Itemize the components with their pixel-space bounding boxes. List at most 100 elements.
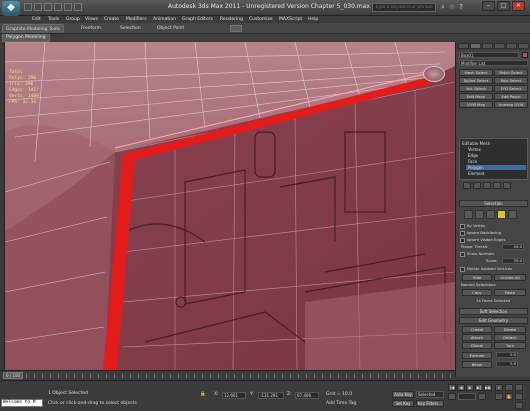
search-input[interactable] (372, 3, 436, 12)
orbit-icon[interactable] (515, 393, 523, 400)
stack-edge[interactable]: Edge (468, 153, 478, 158)
uvw-map-button[interactable]: UVW Map (459, 101, 493, 108)
polygon-modeling-button[interactable]: Polygon Modeling (2, 34, 50, 42)
paste-button[interactable]: Paste (494, 289, 526, 296)
zoom-icon[interactable]: ⌕ (495, 384, 503, 391)
soft-selection-rollout-header[interactable]: Soft Selection (459, 308, 528, 315)
menu-maxscript[interactable]: MAXScript (279, 16, 302, 23)
project-folder-icon[interactable] (74, 3, 82, 11)
y-coordinate-field[interactable]: -131.291 (258, 392, 284, 399)
bevel-spinner[interactable]: 0.0 (496, 361, 518, 367)
patch-select-button[interactable]: Patch Select (494, 69, 528, 76)
redo-icon[interactable] (64, 3, 72, 11)
menu-help[interactable]: Help (308, 16, 318, 23)
save-file-icon[interactable] (44, 3, 52, 11)
modify-tab-icon[interactable] (470, 43, 481, 49)
create-tab-icon[interactable] (458, 43, 469, 49)
remove-modifier-icon[interactable] (493, 182, 501, 189)
maximize-button[interactable]: □ (497, 1, 510, 11)
tab-freeform[interactable]: Freeform (78, 24, 104, 33)
key-filters-button[interactable]: Key Filters... (416, 400, 444, 407)
help-icon[interactable]: ? (457, 3, 465, 12)
perspective-viewport[interactable]: Total Polys: 296 Tris: 296 Edges: 1417 V… (5, 42, 455, 370)
modifier-stack[interactable]: Editable Mesh Vertex Edge Face Polygon E… (459, 138, 528, 180)
viewcube-icon[interactable] (423, 66, 445, 82)
mesh-select-button[interactable]: Mesh Select (459, 69, 493, 76)
planar-thresh-spinner[interactable]: 45.0 (502, 244, 524, 250)
key-mode-icon[interactable] (448, 393, 456, 400)
selection-rollout-header[interactable]: Selection (459, 200, 528, 207)
delete-button[interactable]: Delete (494, 326, 526, 333)
detach-button[interactable]: Detach (494, 334, 526, 341)
menu-group[interactable]: Group (66, 16, 80, 23)
time-configuration-icon[interactable] (478, 393, 486, 400)
menu-modifiers[interactable]: Modifiers (126, 16, 147, 23)
minimize-button[interactable]: – (482, 1, 495, 11)
create-button[interactable]: Create (462, 326, 492, 333)
field-of-view-icon[interactable] (495, 393, 503, 400)
extrude-button[interactable]: Extrude (462, 352, 492, 359)
bevel-button[interactable]: Bevel (462, 361, 492, 368)
track-bar[interactable] (26, 374, 451, 378)
attach-button[interactable]: Attach (462, 334, 492, 341)
menu-graph-editors[interactable]: Graph Editors (182, 16, 213, 23)
unhide-all-button[interactable]: Unhide All (494, 274, 526, 281)
play-icon[interactable]: ▶ (466, 384, 474, 391)
polygon-mode-icon[interactable] (497, 210, 506, 219)
poly-select-button[interactable]: Poly Select (494, 77, 528, 84)
go-to-start-icon[interactable]: |◀ (448, 384, 456, 391)
object-name-field[interactable]: Box01 (459, 52, 519, 58)
add-time-tag[interactable]: Add Time Tag (326, 401, 356, 407)
unwrap-uvw-button[interactable]: Unwrap UVW (494, 101, 528, 108)
maxscript-listener-input[interactable]: Welcome to M (1, 399, 43, 407)
stack-element[interactable]: Element (468, 171, 485, 176)
undo-icon[interactable] (54, 3, 62, 11)
set-key-button[interactable]: Set Key (392, 400, 414, 407)
previous-frame-icon[interactable]: ◀ (457, 384, 465, 391)
selected-dropdown[interactable]: Selected (416, 391, 444, 398)
face-mode-icon[interactable] (486, 210, 495, 219)
menu-customize[interactable]: Customize (249, 16, 273, 23)
hide-button[interactable]: Hide (462, 274, 492, 281)
z-coordinate-field[interactable]: 67.406 (295, 392, 319, 399)
tab-graphite-modeling-tools[interactable]: Graphite Modeling Tools (2, 24, 65, 33)
configure-modifier-sets-icon[interactable] (503, 182, 511, 189)
show-end-result-icon[interactable] (473, 182, 481, 189)
vertex-mode-icon[interactable] (464, 210, 473, 219)
edit-geometry-rollout-header[interactable]: Edit Geometry (459, 317, 528, 324)
tab-object-paint[interactable]: Object Paint (154, 24, 187, 33)
pan-view-icon[interactable]: ✋ (505, 393, 513, 400)
pin-stack-icon[interactable] (463, 182, 471, 189)
scale-spinner[interactable]: 20.0 (502, 258, 524, 264)
subscription-icon[interactable]: ☆ (448, 3, 456, 12)
lock-selection-icon[interactable]: 🔒 (200, 392, 206, 398)
close-button[interactable]: ✕ (512, 1, 525, 11)
object-color-swatch[interactable] (522, 52, 528, 58)
extrude-spinner[interactable]: 0.0 (496, 352, 518, 358)
spline-select-button[interactable]: Spline Select (459, 77, 493, 84)
zoom-all-icon[interactable] (505, 384, 513, 391)
go-to-end-icon[interactable]: ▶▶ (484, 384, 492, 391)
maximize-viewport-icon[interactable] (515, 402, 523, 409)
stack-editable-mesh[interactable]: Editable Mesh (462, 141, 490, 146)
modifier-list-dropdown[interactable]: Modifier List (459, 60, 528, 66)
ribbon-minimize-toggle[interactable] (230, 25, 242, 32)
current-frame-field[interactable] (458, 393, 476, 400)
motion-tab-icon[interactable] (494, 43, 505, 49)
utilities-tab-icon[interactable] (518, 43, 529, 49)
stack-polygon[interactable]: Polygon (466, 165, 526, 170)
next-frame-icon[interactable]: ▶| (475, 384, 483, 391)
menu-rendering[interactable]: Rendering (220, 16, 243, 23)
auto-key-button[interactable]: Auto Key (392, 391, 414, 398)
stack-vertex[interactable]: Vertex (468, 147, 481, 152)
app-logo-icon[interactable]: ◆ (2, 1, 20, 16)
open-file-icon[interactable] (34, 3, 42, 11)
menu-views[interactable]: Views (85, 16, 98, 23)
edge-mode-icon[interactable] (475, 210, 484, 219)
menu-create[interactable]: Create (104, 16, 119, 23)
vol-select-button[interactable]: Vol. Select (459, 85, 493, 92)
stack-face[interactable]: Face (468, 159, 477, 164)
edit-patch-button[interactable]: Edit Patch (494, 93, 528, 100)
ignore-visible-edges-checkbox[interactable]: Ignore Visible Edges (460, 237, 505, 243)
menu-tools[interactable]: Tools (48, 16, 59, 23)
